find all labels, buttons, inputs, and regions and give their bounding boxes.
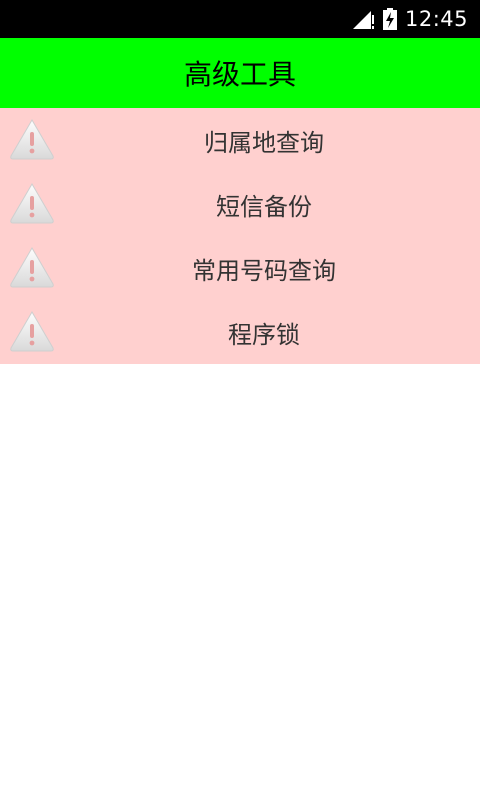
- warning-icon: [8, 116, 56, 164]
- status-bar: 12:45: [0, 0, 480, 38]
- tool-item-common-numbers[interactable]: 常用号码查询: [0, 236, 480, 300]
- title-bar: 高级工具: [0, 38, 480, 108]
- tool-label: 程序锁: [228, 320, 300, 349]
- tool-label: 短信备份: [216, 192, 312, 221]
- tool-item-app-lock[interactable]: 程序锁: [0, 300, 480, 364]
- status-icons: 12:45: [352, 0, 468, 38]
- tool-label: 常用号码查询: [192, 256, 336, 285]
- battery-charging-icon: [382, 8, 397, 30]
- signal-no-data-icon: [352, 9, 375, 29]
- status-time: 12:45: [404, 7, 468, 31]
- tool-label: 归属地查询: [204, 128, 324, 157]
- page-title: 高级工具: [183, 58, 296, 91]
- tools-list: 归属地查询 短信备份 常用号码查询 程序锁: [0, 108, 480, 364]
- warning-icon: [8, 180, 56, 228]
- warning-icon: [8, 308, 56, 356]
- tool-item-sms-backup[interactable]: 短信备份: [0, 172, 480, 236]
- warning-icon: [8, 244, 56, 292]
- tool-item-location-lookup[interactable]: 归属地查询: [0, 108, 480, 172]
